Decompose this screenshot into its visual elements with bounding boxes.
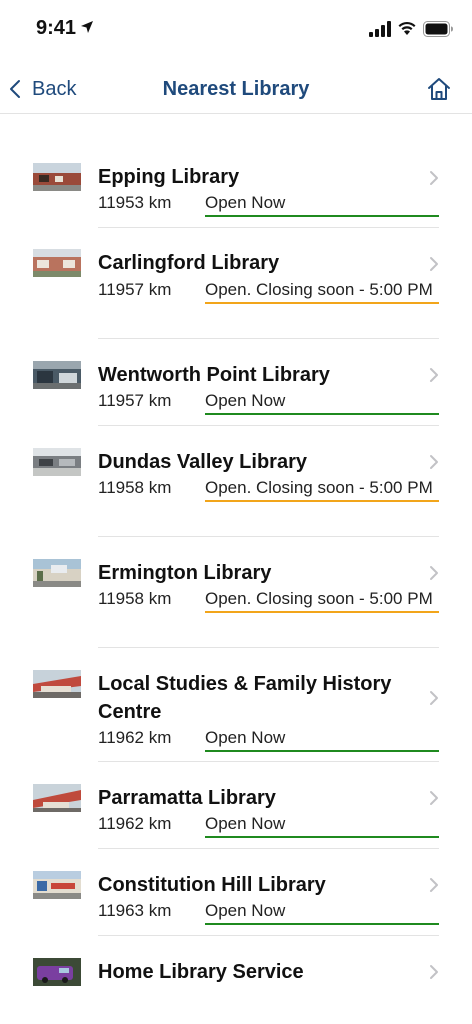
- library-name: Local Studies & Family History Centre: [98, 673, 392, 723]
- library-distance: 11957 km: [98, 280, 172, 299]
- library-name: Carlingford Library: [98, 252, 280, 274]
- library-status: Open. Closing soon - 5:00 PM: [205, 587, 439, 613]
- library-distance: 11957 km: [98, 391, 172, 410]
- status-bar: 9:41: [0, 0, 472, 58]
- library-list-item[interactable]: Wentworth Point Library 11957 km Open No…: [0, 339, 472, 426]
- library-distance: 11958 km: [98, 589, 172, 608]
- page-title: Nearest Library: [162, 78, 310, 100]
- library-thumbnail: [33, 163, 81, 191]
- chevron-right-icon: [430, 878, 438, 892]
- chevron-right-icon: [430, 257, 438, 271]
- library-name: Wentworth Point Library: [98, 364, 330, 386]
- library-thumbnail: [33, 670, 81, 698]
- library-thumbnail: [33, 249, 81, 277]
- library-name: Home Library Service: [98, 961, 304, 983]
- library-status: Open Now: [205, 389, 439, 415]
- library-name: Dundas Valley Library: [98, 451, 307, 473]
- library-name: Epping Library: [98, 166, 240, 188]
- navigation-bar: Back Nearest Library: [0, 58, 472, 114]
- library-status: Open. Closing soon - 5:00 PM: [205, 278, 439, 304]
- library-list-item[interactable]: Local Studies & Family History Centre 11…: [0, 648, 472, 762]
- library-thumbnail: [33, 448, 81, 476]
- battery-icon: [423, 21, 453, 37]
- chevron-right-icon: [430, 171, 438, 185]
- library-distance: 11962 km: [98, 814, 172, 833]
- library-list-item[interactable]: Carlingford Library 11957 km Open. Closi…: [0, 228, 472, 339]
- library-name: Constitution Hill Library: [98, 874, 326, 896]
- library-status: Open Now: [205, 191, 439, 217]
- library-status: Open Now: [205, 726, 439, 752]
- library-status: Open Now: [205, 812, 439, 838]
- wifi-icon: [398, 21, 416, 35]
- chevron-right-icon: [430, 965, 438, 979]
- status-time: 9:41: [36, 17, 77, 39]
- library-list-item[interactable]: Epping Library 11953 km Open Now: [0, 114, 472, 228]
- library-distance: 11962 km: [98, 728, 172, 747]
- chevron-right-icon: [430, 791, 438, 805]
- chevron-right-icon: [430, 566, 438, 580]
- library-thumbnail: [33, 361, 81, 389]
- library-list: Epping Library 11953 km Open Now Carling…: [0, 114, 472, 1011]
- library-distance: 11953 km: [98, 193, 172, 212]
- library-thumbnail: [33, 958, 81, 986]
- library-status: Open Now: [205, 899, 439, 925]
- chevron-right-icon: [430, 368, 438, 382]
- library-thumbnail: [33, 784, 81, 812]
- library-distance: 11958 km: [98, 478, 172, 497]
- library-distance: 11963 km: [98, 901, 172, 920]
- library-list-item[interactable]: Constitution Hill Library 11963 km Open …: [0, 849, 472, 936]
- library-list-item[interactable]: Dundas Valley Library 11958 km Open. Clo…: [0, 426, 472, 537]
- cellular-signal-icon: [369, 21, 391, 37]
- library-list-item[interactable]: Home Library Service: [0, 936, 472, 1011]
- chevron-right-icon: [430, 691, 438, 705]
- home-icon[interactable]: [426, 76, 452, 102]
- location-arrow-icon: [81, 21, 93, 33]
- library-name: Parramatta Library: [98, 787, 276, 809]
- library-list-item[interactable]: Parramatta Library 11962 km Open Now: [0, 762, 472, 849]
- library-thumbnail: [33, 871, 81, 899]
- library-status: Open. Closing soon - 5:00 PM: [205, 476, 439, 502]
- library-thumbnail: [33, 559, 81, 587]
- chevron-right-icon: [430, 455, 438, 469]
- library-list-item[interactable]: Ermington Library 11958 km Open. Closing…: [0, 537, 472, 648]
- library-name: Ermington Library: [98, 562, 272, 584]
